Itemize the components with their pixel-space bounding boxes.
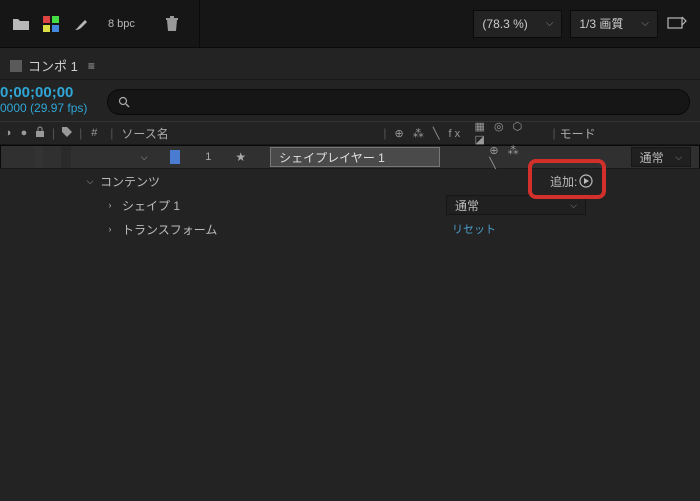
contents-twirl[interactable]: ⌵ bbox=[84, 176, 96, 187]
trash-icon[interactable] bbox=[163, 15, 181, 33]
external-monitor-icon[interactable] bbox=[666, 13, 688, 35]
lock-icon[interactable] bbox=[32, 126, 48, 141]
comp-icon bbox=[10, 60, 22, 72]
lock-toggle[interactable] bbox=[89, 146, 99, 168]
search-input[interactable] bbox=[107, 89, 690, 115]
timecode-sub: 0000 (29.97 fps) bbox=[0, 101, 87, 115]
resolution-value: 1/3 画質 bbox=[579, 15, 623, 32]
label-swatch[interactable] bbox=[170, 150, 180, 164]
shape-twirl[interactable]: › bbox=[104, 200, 116, 210]
tab-comp[interactable]: コンポ 1 bbox=[28, 56, 78, 75]
star-icon: ★ bbox=[229, 150, 252, 164]
zoom-value: (78.3 %) bbox=[482, 17, 527, 31]
folder-icon[interactable] bbox=[12, 15, 30, 33]
reset-link[interactable]: リセット bbox=[452, 221, 496, 237]
switches[interactable]: ⊕ ⁂ ╲ bbox=[485, 144, 529, 170]
av-toggle[interactable] bbox=[34, 146, 44, 168]
red-highlight-box bbox=[528, 159, 606, 199]
tab-menu-icon[interactable]: ≡ bbox=[88, 59, 95, 73]
label-icon[interactable] bbox=[59, 126, 75, 141]
chevron-down-icon: ⌵ bbox=[546, 18, 554, 29]
zoom-select[interactable]: (78.3 %) ⌵ bbox=[473, 10, 562, 38]
source-name-col[interactable]: ソース名 bbox=[121, 125, 379, 142]
switch-col-icons: ⊕ ⁂ ╲ fx bbox=[391, 127, 471, 140]
resolution-select[interactable]: 1/3 画質 ⌵ bbox=[570, 10, 658, 38]
contents-label: コンテンツ bbox=[96, 173, 160, 190]
shy-icon[interactable]: ◑ bbox=[0, 127, 16, 139]
brush-icon[interactable] bbox=[72, 15, 90, 33]
layer-name-field[interactable]: シェイプレイヤー 1 bbox=[270, 147, 440, 167]
color-grid-icon[interactable] bbox=[42, 15, 60, 33]
eye-icon[interactable]: ● bbox=[16, 127, 32, 139]
blend-mode-select[interactable]: 通常 ⌵ bbox=[631, 147, 691, 167]
transform-label: トランスフォーム bbox=[116, 221, 452, 238]
layer-twirl[interactable]: ⌵ bbox=[140, 152, 148, 163]
chevron-down-icon: ⌵ bbox=[641, 18, 649, 29]
transform-twirl[interactable]: › bbox=[104, 224, 116, 234]
mode-col[interactable]: モード bbox=[560, 125, 596, 142]
switch-col-icons2: ▦ ◎ ⬡ ◪ bbox=[471, 120, 549, 146]
solo-toggle[interactable] bbox=[61, 146, 71, 168]
shape-label: シェイプ 1 bbox=[116, 197, 446, 214]
hash-col: # bbox=[86, 127, 102, 139]
layer-num: 1 bbox=[202, 151, 212, 163]
timeline-empty-area bbox=[0, 241, 700, 501]
bit-depth-label[interactable]: 8 bpc bbox=[102, 18, 141, 30]
chevron-down-icon: ⌵ bbox=[675, 152, 682, 163]
timecode[interactable]: 0;00;00;00 bbox=[0, 84, 87, 101]
chevron-down-icon: ⌵ bbox=[570, 200, 577, 211]
